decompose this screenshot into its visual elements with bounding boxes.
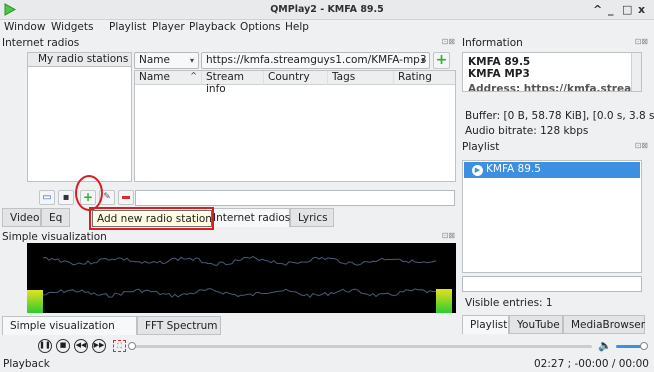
stream-format: KMFA MP3: [468, 68, 530, 80]
col-name[interactable]: Name ^: [135, 71, 202, 85]
playlist-search-input[interactable]: [462, 276, 642, 292]
my-stations-header: My radio stations: [27, 52, 132, 67]
vu-meter-right-bar: [436, 288, 452, 313]
menu-player[interactable]: Player: [152, 21, 185, 33]
seek-handle[interactable]: [128, 342, 136, 350]
col-country[interactable]: Country: [264, 71, 328, 85]
col-stream-info[interactable]: Stream info: [202, 71, 264, 95]
minimize-button[interactable]: _: [608, 3, 614, 16]
stop-button[interactable]: ■: [56, 339, 70, 353]
panel-title: Simple visualization: [2, 231, 107, 243]
pause-button[interactable]: ❚❚: [38, 339, 52, 353]
tab-video[interactable]: Video: [2, 208, 41, 227]
playlist-panel-header: Playlist ⊡⊠: [462, 141, 650, 154]
table-header: Name ^ Stream info Country Tags Rating: [135, 71, 455, 95]
save-button[interactable]: ▪: [58, 190, 74, 205]
menu-options[interactable]: Options: [240, 21, 281, 33]
pencil-icon: ✎: [103, 192, 111, 202]
menu-playback[interactable]: Playback: [189, 21, 236, 33]
waveform-graphic: [42, 256, 437, 298]
dock-buttons-icon[interactable]: ⊡⊠: [442, 37, 455, 46]
dock-buttons-icon[interactable]: ⊡⊠: [635, 141, 648, 150]
filter-input[interactable]: [135, 190, 455, 206]
tab-equalizer[interactable]: Eq: [41, 208, 70, 227]
add-station-plus-button[interactable]: +: [433, 52, 450, 69]
folder-icon: ▭: [42, 192, 52, 203]
my-stations-list[interactable]: [27, 52, 132, 182]
previous-icon: ◀◀: [75, 341, 87, 349]
vu-meter-left-bar: [27, 289, 43, 313]
stream-address: Address: https://kmfa.streamgu...: [468, 83, 641, 92]
visible-entries: Visible entries: 1: [465, 297, 553, 309]
station-name: KMFA 89.5: [468, 56, 531, 68]
tab-internet-radios[interactable]: Internet radios: [205, 208, 290, 227]
stop-icon: ■: [59, 341, 67, 349]
url-value: https://kmfa.streamguys1.com/KMFA-mp3: [206, 54, 427, 66]
buffer-info: Buffer: [0 B, 58.78 KiB], [0.0 s, 3.8 s]: [465, 110, 654, 122]
previous-button[interactable]: ◀◀: [74, 339, 88, 353]
bitrate-info: Audio bitrate: 128 kbps: [465, 125, 589, 137]
tab-mediabrowser[interactable]: MediaBrowser: [563, 315, 645, 334]
vu-meter-right: [436, 243, 452, 313]
volume-handle[interactable]: [640, 342, 648, 350]
minus-icon: [122, 195, 130, 199]
next-icon: ▶▶: [93, 341, 105, 349]
menu-bar: Window Widgets Playlist Player Playback …: [0, 20, 654, 35]
tab-simple-visualization[interactable]: Simple visualization: [2, 316, 137, 335]
status-text: Playback: [3, 358, 50, 370]
tab-youtube[interactable]: YouTube: [509, 315, 563, 334]
search-type-value: Name: [139, 54, 170, 66]
information-panel-header: Information ⊡⊠: [462, 37, 650, 50]
panel-title: Playlist: [462, 141, 500, 153]
fullscreen-toggle-button[interactable]: ⛶: [113, 340, 126, 352]
next-button[interactable]: ▶▶: [92, 339, 106, 353]
vu-meter-left: [27, 243, 43, 313]
panel-title: Information: [462, 37, 523, 49]
col-name-label: Name: [139, 71, 170, 83]
col-tags[interactable]: Tags: [328, 71, 394, 85]
window-shade-button[interactable]: ^: [593, 3, 602, 16]
title-bar: QMPlay2 - KMFA 89.5 ^ _ □ x: [0, 0, 654, 20]
playlist-item[interactable]: ▶ KMFA 89.5: [464, 162, 640, 178]
maximize-button[interactable]: □: [622, 3, 632, 16]
remove-station-button[interactable]: [118, 190, 134, 205]
internet-radios-panel-header: Internet radios ⊡⊠: [2, 37, 457, 50]
plus-icon: +: [435, 52, 448, 68]
panel-title: Internet radios: [2, 37, 80, 49]
url-combo[interactable]: https://kmfa.streamguys1.com/KMFA-mp3 ▾: [201, 52, 430, 69]
stations-table[interactable]: Name ^ Stream info Country Tags Rating: [134, 70, 456, 182]
info-textbox[interactable]: KMFA 89.5 KMFA MP3 Address: https://kmfa…: [462, 52, 642, 92]
tooltip-highlight-box: [89, 207, 214, 230]
seek-slider[interactable]: [128, 342, 592, 350]
playback-time: 02:27 ; -00:00 / 00:00: [534, 358, 649, 370]
window-title: QMPlay2 - KMFA 89.5: [270, 4, 384, 15]
volume-slider[interactable]: [616, 342, 648, 350]
tab-fft-spectrum[interactable]: FFT Spectrum: [137, 316, 221, 335]
info-scrollbar[interactable]: [631, 53, 641, 91]
volume-icon[interactable]: 🔈: [598, 339, 612, 352]
menu-playlist[interactable]: Playlist: [109, 21, 146, 33]
fullscreen-icon: ⛶: [117, 342, 122, 350]
dock-buttons-icon[interactable]: ⊡⊠: [635, 37, 648, 46]
chevron-down-icon: ▾: [420, 56, 425, 65]
visualization-canvas: [27, 243, 456, 313]
search-type-select[interactable]: Name ▾: [134, 52, 199, 69]
menu-window[interactable]: Window: [4, 21, 45, 33]
menu-widgets[interactable]: Widgets: [51, 21, 93, 33]
chevron-down-icon: ▾: [189, 56, 194, 65]
playlist-item-label: KMFA 89.5: [486, 163, 541, 175]
menu-help[interactable]: Help: [285, 21, 309, 33]
folder-open-button[interactable]: ▭: [39, 190, 55, 205]
save-icon: ▪: [62, 192, 70, 203]
sort-ascending-icon: ^: [190, 71, 197, 80]
close-button[interactable]: x: [638, 3, 645, 16]
annotation-circle: [75, 175, 103, 211]
col-rating[interactable]: Rating: [394, 71, 455, 85]
play-icon: ▶: [472, 165, 483, 176]
dock-buttons-icon[interactable]: ⊡⊠: [442, 231, 455, 240]
playlist-list[interactable]: ▶ KMFA 89.5: [462, 160, 642, 273]
tab-playlist[interactable]: Playlist: [462, 315, 509, 334]
tab-lyrics[interactable]: Lyrics: [290, 208, 334, 227]
pause-icon: ❚❚: [39, 341, 51, 349]
